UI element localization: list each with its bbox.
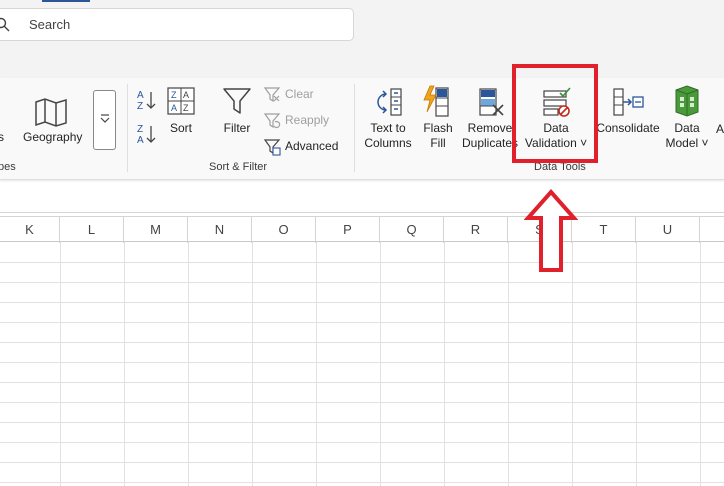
- up-arrow-annotation: [524, 188, 578, 272]
- data-model-line2: Model ˅: [665, 136, 709, 150]
- column-header[interactable]: O: [252, 217, 316, 243]
- text-to-columns-line1: Text to: [370, 121, 406, 135]
- column-header[interactable]: U: [636, 217, 700, 243]
- sort-filter-group-label: Sort & Filter: [209, 161, 268, 173]
- advanced-filter-button[interactable]: Advanced: [263, 138, 349, 156]
- consolidate-button[interactable]: Consolidate: [596, 86, 660, 136]
- grid-line: [316, 242, 317, 486]
- title-bar-area: Search: [0, 0, 724, 78]
- svg-text:A: A: [137, 90, 144, 101]
- consolidate-label: Consolidate: [596, 121, 660, 135]
- sort-dialog-icon: Z A A Z: [167, 87, 195, 115]
- svg-text:A: A: [183, 90, 189, 100]
- grid-line: [700, 242, 701, 486]
- map-icon: [35, 98, 67, 127]
- flash-fill-line2: Fill: [430, 136, 446, 150]
- search-input[interactable]: Search: [29, 17, 70, 32]
- grid-line: [572, 242, 573, 486]
- data-model-line1: Data: [674, 121, 700, 135]
- consolidate-icon: [613, 88, 644, 116]
- gallery-more-icon: [100, 114, 110, 123]
- filter-funnel-icon: [223, 88, 251, 114]
- grid-line: [0, 362, 724, 363]
- text-to-columns-line2: Columns: [364, 136, 412, 150]
- grid-line: [0, 382, 724, 383]
- data-types-group-label: pes: [0, 161, 16, 173]
- sort-button[interactable]: Z A A Z Sort: [164, 86, 198, 136]
- grid-line: [124, 242, 125, 486]
- flash-fill-icon: [423, 85, 449, 117]
- advanced-filter-icon: [263, 139, 281, 156]
- sort-label: Sort: [169, 121, 192, 135]
- sort-za-icon: Z A: [137, 124, 156, 146]
- search-box[interactable]: Search: [0, 8, 354, 41]
- grid-line: [252, 242, 253, 486]
- active-tab-indicator: [42, 0, 90, 2]
- text-to-columns-button[interactable]: Text to Columns: [362, 86, 414, 151]
- reapply-filter-button[interactable]: Reapply: [263, 112, 343, 130]
- data-model-icon: [675, 85, 699, 117]
- remove-duplicates-line1: Remove: [467, 121, 513, 135]
- group-separator: [127, 84, 128, 172]
- grid-line: [0, 462, 724, 463]
- filter-button[interactable]: Filter: [218, 86, 256, 136]
- column-header[interactable]: L: [60, 217, 124, 243]
- advanced-filter-label: Advanced: [285, 139, 339, 153]
- sort-ascending-button[interactable]: A Z: [134, 88, 160, 114]
- svg-text:A: A: [171, 103, 177, 113]
- flash-fill-line1: Flash: [423, 121, 453, 135]
- grid-line: [0, 482, 724, 483]
- grid-line: [0, 422, 724, 423]
- remove-duplicates-icon: [479, 88, 504, 116]
- grid-line: [0, 322, 724, 323]
- column-header[interactable]: T: [572, 217, 636, 243]
- grid-line: [0, 442, 724, 443]
- grid-line: [380, 242, 381, 486]
- svg-text:Z: Z: [171, 90, 177, 100]
- flash-fill-button[interactable]: Flash Fill: [420, 84, 456, 151]
- clear-filter-icon: [263, 87, 281, 103]
- grid-line: [0, 342, 724, 343]
- geography-button[interactable]: Geography: [0, 89, 86, 149]
- geography-label: Geography: [23, 130, 83, 144]
- grid-line: [0, 262, 724, 263]
- remove-duplicates-line2: Duplicates: [461, 136, 519, 150]
- grid-line: [188, 242, 189, 486]
- clear-filter-label: Clear: [285, 87, 314, 101]
- svg-text:Z: Z: [137, 101, 143, 112]
- column-header[interactable]: K: [0, 217, 60, 243]
- sort-az-icon: A Z: [137, 90, 156, 112]
- grid-line: [444, 242, 445, 486]
- column-header[interactable]: Q: [380, 217, 444, 243]
- search-icon: [0, 17, 10, 32]
- column-header[interactable]: P: [316, 217, 380, 243]
- grid-line: [60, 242, 61, 486]
- group-separator: [354, 84, 355, 172]
- column-header-row: K L M N O P Q R S T U: [0, 216, 724, 243]
- column-header[interactable]: N: [188, 217, 252, 243]
- column-header[interactable]: M: [124, 217, 188, 243]
- svg-text:Z: Z: [183, 103, 189, 113]
- remove-duplicates-button[interactable]: Remove Duplicates: [461, 86, 519, 151]
- grid-line: [508, 242, 509, 486]
- data-model-button[interactable]: Data Model ˅: [664, 84, 710, 151]
- highlight-box-annotation: [512, 64, 598, 163]
- grid-line: [0, 402, 724, 403]
- text-to-columns-icon: [377, 88, 402, 116]
- svg-text:Z: Z: [137, 124, 143, 135]
- filter-label: Filter: [223, 121, 251, 135]
- clear-filter-button[interactable]: Clear: [263, 86, 343, 104]
- column-header[interactable]: R: [444, 217, 508, 243]
- sort-descending-button[interactable]: Z A: [134, 122, 160, 148]
- grid-line: [636, 242, 637, 486]
- grid-line: [0, 302, 724, 303]
- reapply-filter-icon: [263, 113, 281, 129]
- svg-text:A: A: [137, 135, 144, 146]
- formula-bar[interactable]: [0, 183, 724, 213]
- reapply-filter-label: Reapply: [285, 113, 330, 127]
- spreadsheet-grid[interactable]: [0, 242, 724, 486]
- data-types-gallery-more-button[interactable]: [93, 90, 116, 150]
- grid-line: [0, 282, 724, 283]
